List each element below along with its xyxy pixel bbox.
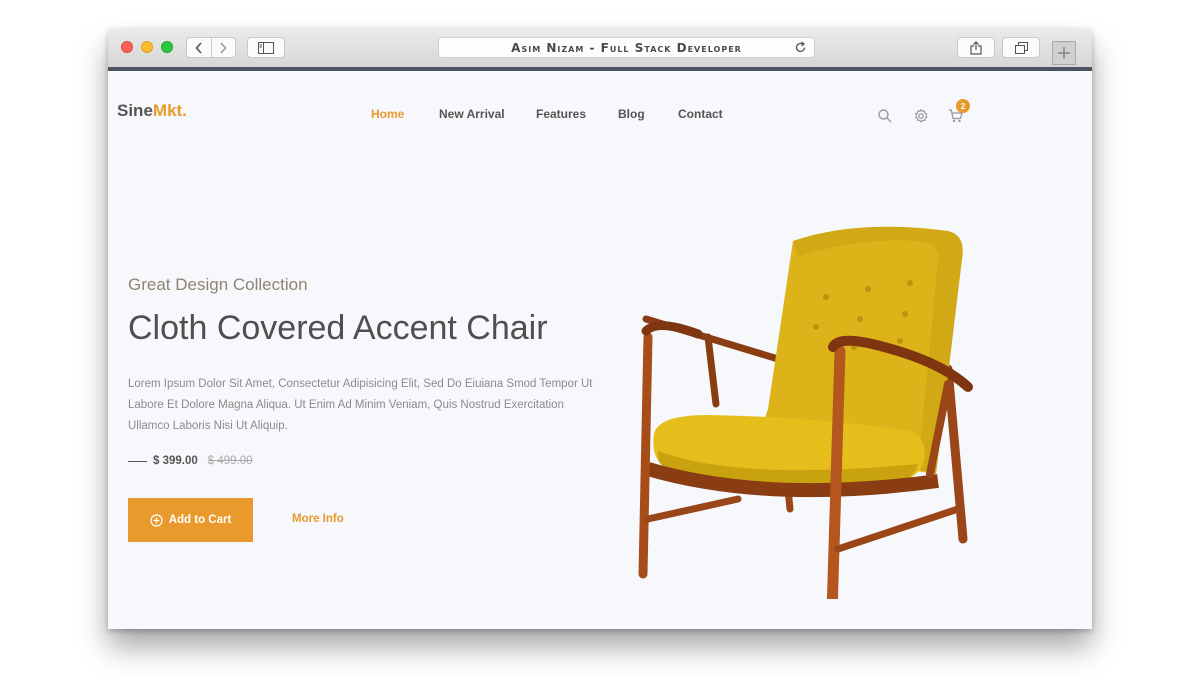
share-button[interactable] bbox=[957, 37, 995, 58]
current-price: $ 399.00 bbox=[153, 455, 198, 467]
share-icon bbox=[970, 40, 982, 55]
sidebar-icon bbox=[258, 41, 274, 54]
nav-blog[interactable]: Blog bbox=[618, 107, 645, 121]
hero-eyebrow: Great Design Collection bbox=[128, 275, 308, 294]
original-price: $ 499.00 bbox=[207, 455, 253, 467]
nav-contact[interactable]: Contact bbox=[678, 107, 723, 121]
logo-primary-text: Sine bbox=[117, 101, 153, 120]
tabs-overview-button[interactable] bbox=[1002, 37, 1040, 58]
nav-new-arrival[interactable]: New Arrival bbox=[439, 107, 505, 121]
chevron-right-icon bbox=[220, 41, 227, 54]
titlebar-divider bbox=[108, 67, 1092, 71]
more-info-link[interactable]: More Info bbox=[292, 513, 344, 525]
hero-description: Lorem Ipsum Dolor Sit Amet, Consectetur … bbox=[128, 378, 593, 432]
tabs-icon bbox=[1014, 41, 1028, 54]
add-to-cart-button[interactable]: Add to Cart bbox=[128, 498, 253, 542]
back-button[interactable] bbox=[187, 38, 211, 57]
browser-titlebar: Asim Nizam - Full Stack Developer bbox=[108, 29, 1092, 68]
gear-icon[interactable] bbox=[913, 108, 929, 124]
new-tab-button[interactable] bbox=[1052, 41, 1076, 65]
cart-count-badge: 2 bbox=[956, 99, 970, 113]
zoom-window-button[interactable] bbox=[161, 41, 173, 53]
page-title: Asim Nizam - Full Stack Developer bbox=[511, 40, 742, 55]
browser-window: Asim Nizam - Full Stack Developer SineMk… bbox=[108, 29, 1092, 629]
plus-icon bbox=[1058, 47, 1070, 59]
forward-button[interactable] bbox=[210, 38, 236, 57]
logo-accent-text: Mkt. bbox=[152, 101, 187, 120]
plus-circle-icon bbox=[150, 513, 163, 527]
nav-features[interactable]: Features bbox=[536, 107, 586, 121]
add-to-cart-label: Add to Cart bbox=[168, 514, 232, 526]
address-bar[interactable]: Asim Nizam - Full Stack Developer bbox=[438, 37, 815, 58]
minimize-window-button[interactable] bbox=[141, 41, 153, 53]
chevron-left-icon bbox=[195, 41, 202, 54]
hero-title: Cloth Covered Accent Chair bbox=[128, 309, 548, 347]
history-nav bbox=[186, 37, 236, 58]
price-row: $ 399.00 $ 499.00 bbox=[128, 455, 253, 467]
site-logo[interactable]: SineMkt. bbox=[117, 101, 187, 121]
reload-icon bbox=[795, 41, 806, 53]
sidebar-toggle-button[interactable] bbox=[247, 37, 285, 58]
nav-home[interactable]: Home bbox=[371, 107, 404, 121]
reload-button[interactable] bbox=[794, 41, 807, 59]
price-dash bbox=[128, 460, 147, 462]
close-window-button[interactable] bbox=[121, 41, 133, 53]
chair-product-image bbox=[638, 226, 973, 599]
search-icon[interactable] bbox=[877, 108, 893, 124]
